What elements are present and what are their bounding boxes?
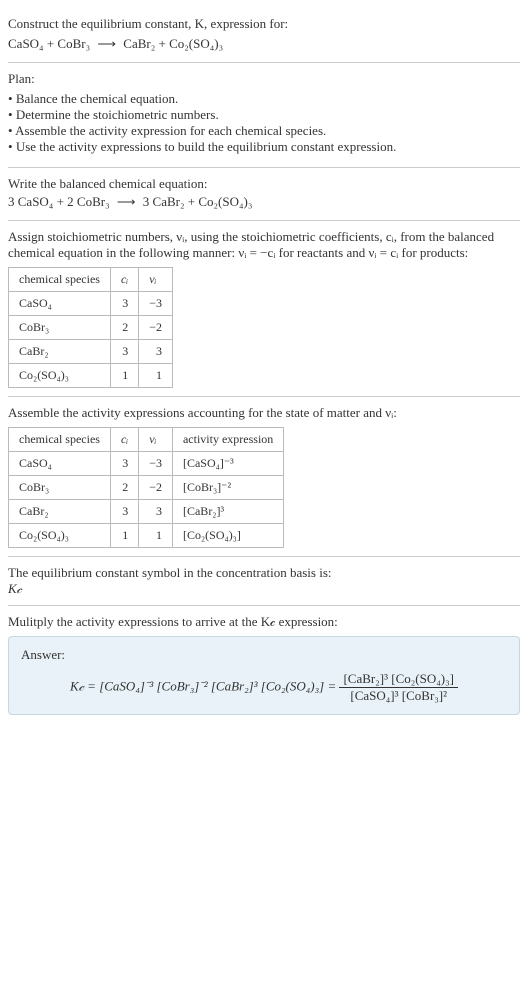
cell-v: 1 <box>139 524 173 548</box>
cell-v: −2 <box>139 316 173 340</box>
cell-c: 3 <box>110 452 138 476</box>
plan-item: Balance the chemical equation. <box>8 91 520 107</box>
header-section: Construct the equilibrium constant, K, e… <box>8 8 520 63</box>
kc-fraction: [CaBr₂]³ [Co₂(SO₄)₃] [CaSO₄]³ [CoBr₃]² <box>339 671 457 704</box>
cell-species: CaBr₂ <box>9 500 111 524</box>
eq-right: 3 CaBr₂ + Co₂(SO₄)₃ <box>143 194 253 209</box>
cell-v: 3 <box>139 340 173 364</box>
kc-expression: K𝒸 = [CaSO₄]⁻³ [CoBr₃]⁻² [CaBr₂]³ [Co₂(S… <box>21 671 507 704</box>
table-header-row: chemical species cᵢ νᵢ activity expressi… <box>9 428 284 452</box>
balanced-title: Write the balanced chemical equation: <box>8 176 520 192</box>
plan-item: Assemble the activity expression for eac… <box>8 123 520 139</box>
balanced-equation: 3 CaSO₄ + 2 CoBr₃ ⟶ 3 CaBr₂ + Co₂(SO₄)₃ <box>8 194 520 210</box>
cell-c: 2 <box>110 476 138 500</box>
table-row: CoBr₃ 2 −2 [CoBr₃]⁻² <box>9 476 284 500</box>
activity-intro: Assemble the activity expressions accoun… <box>8 405 520 421</box>
table-row: Co₂(SO₄)₃ 1 1 [Co₂(SO₄)₃] <box>9 524 284 548</box>
answer-box: Answer: K𝒸 = [CaSO₄]⁻³ [CoBr₃]⁻² [CaBr₂]… <box>8 636 520 715</box>
cell-v: −3 <box>139 292 173 316</box>
answer-label: Answer: <box>21 647 507 663</box>
multiply-intro: Mulitply the activity expressions to arr… <box>8 614 520 630</box>
table-row: CaBr₂ 3 3 [CaBr₂]³ <box>9 500 284 524</box>
cell-expr: [Co₂(SO₄)₃] <box>172 524 283 548</box>
cell-species: CaSO₄ <box>9 452 111 476</box>
table-row: CoBr₃ 2 −2 <box>9 316 173 340</box>
activity-table: chemical species cᵢ νᵢ activity expressi… <box>8 427 284 548</box>
col-c: cᵢ <box>110 268 138 292</box>
col-species: chemical species <box>9 268 111 292</box>
cell-expr: [CoBr₃]⁻² <box>172 476 283 500</box>
arrow-icon: ⟶ <box>97 36 116 52</box>
unbalanced-equation: CaSO₄ + CoBr₃ ⟶ CaBr₂ + Co₂(SO₄)₃ <box>8 36 520 52</box>
stoich-table: chemical species cᵢ νᵢ CaSO₄ 3 −3 CoBr₃ … <box>8 267 173 388</box>
cell-species: CoBr₃ <box>9 316 111 340</box>
cell-c: 3 <box>110 340 138 364</box>
stoich-intro: Assign stoichiometric numbers, νᵢ, using… <box>8 229 520 261</box>
cell-species: Co₂(SO₄)₃ <box>9 524 111 548</box>
col-v: νᵢ <box>139 268 173 292</box>
stoich-section: Assign stoichiometric numbers, νᵢ, using… <box>8 221 520 397</box>
cell-species: CoBr₃ <box>9 476 111 500</box>
frac-denominator: [CaSO₄]³ [CoBr₃]² <box>339 688 457 704</box>
plan-list: Balance the chemical equation. Determine… <box>8 91 520 155</box>
kc-lhs: K𝒸 = [CaSO₄]⁻³ [CoBr₃]⁻² [CaBr₂]³ [Co₂(S… <box>70 678 336 693</box>
symbol-section: The equilibrium constant symbol in the c… <box>8 557 520 606</box>
table-header-row: chemical species cᵢ νᵢ <box>9 268 173 292</box>
table-row: CaBr₂ 3 3 <box>9 340 173 364</box>
balanced-section: Write the balanced chemical equation: 3 … <box>8 168 520 221</box>
cell-c: 1 <box>110 524 138 548</box>
table-row: Co₂(SO₄)₃ 1 1 <box>9 364 173 388</box>
cell-c: 3 <box>110 292 138 316</box>
activity-section: Assemble the activity expressions accoun… <box>8 397 520 557</box>
col-v: νᵢ <box>139 428 173 452</box>
cell-species: Co₂(SO₄)₃ <box>9 364 111 388</box>
table-row: CaSO₄ 3 −3 [CaSO₄]⁻³ <box>9 452 284 476</box>
symbol-intro: The equilibrium constant symbol in the c… <box>8 565 520 581</box>
cell-species: CaBr₂ <box>9 340 111 364</box>
col-expr: activity expression <box>172 428 283 452</box>
construct-prompt: Construct the equilibrium constant, K, e… <box>8 16 520 32</box>
multiply-section: Mulitply the activity expressions to arr… <box>8 606 520 723</box>
plan-item: Use the activity expressions to build th… <box>8 139 520 155</box>
eq-left: 3 CaSO₄ + 2 CoBr₃ <box>8 194 110 209</box>
cell-c: 1 <box>110 364 138 388</box>
cell-v: 3 <box>139 500 173 524</box>
symbol-value: K𝒸 <box>8 581 520 597</box>
col-species: chemical species <box>9 428 111 452</box>
eq-left: CaSO₄ + CoBr₃ <box>8 36 90 51</box>
plan-title: Plan: <box>8 71 520 87</box>
cell-v: −2 <box>139 476 173 500</box>
cell-expr: [CaBr₂]³ <box>172 500 283 524</box>
plan-item: Determine the stoichiometric numbers. <box>8 107 520 123</box>
arrow-icon: ⟶ <box>117 194 136 210</box>
cell-v: 1 <box>139 364 173 388</box>
cell-expr: [CaSO₄]⁻³ <box>172 452 283 476</box>
cell-v: −3 <box>139 452 173 476</box>
plan-section: Plan: Balance the chemical equation. Det… <box>8 63 520 168</box>
cell-species: CaSO₄ <box>9 292 111 316</box>
eq-right: CaBr₂ + Co₂(SO₄)₃ <box>123 36 223 51</box>
cell-c: 2 <box>110 316 138 340</box>
table-row: CaSO₄ 3 −3 <box>9 292 173 316</box>
cell-c: 3 <box>110 500 138 524</box>
frac-numerator: [CaBr₂]³ [Co₂(SO₄)₃] <box>339 671 457 688</box>
col-c: cᵢ <box>110 428 138 452</box>
